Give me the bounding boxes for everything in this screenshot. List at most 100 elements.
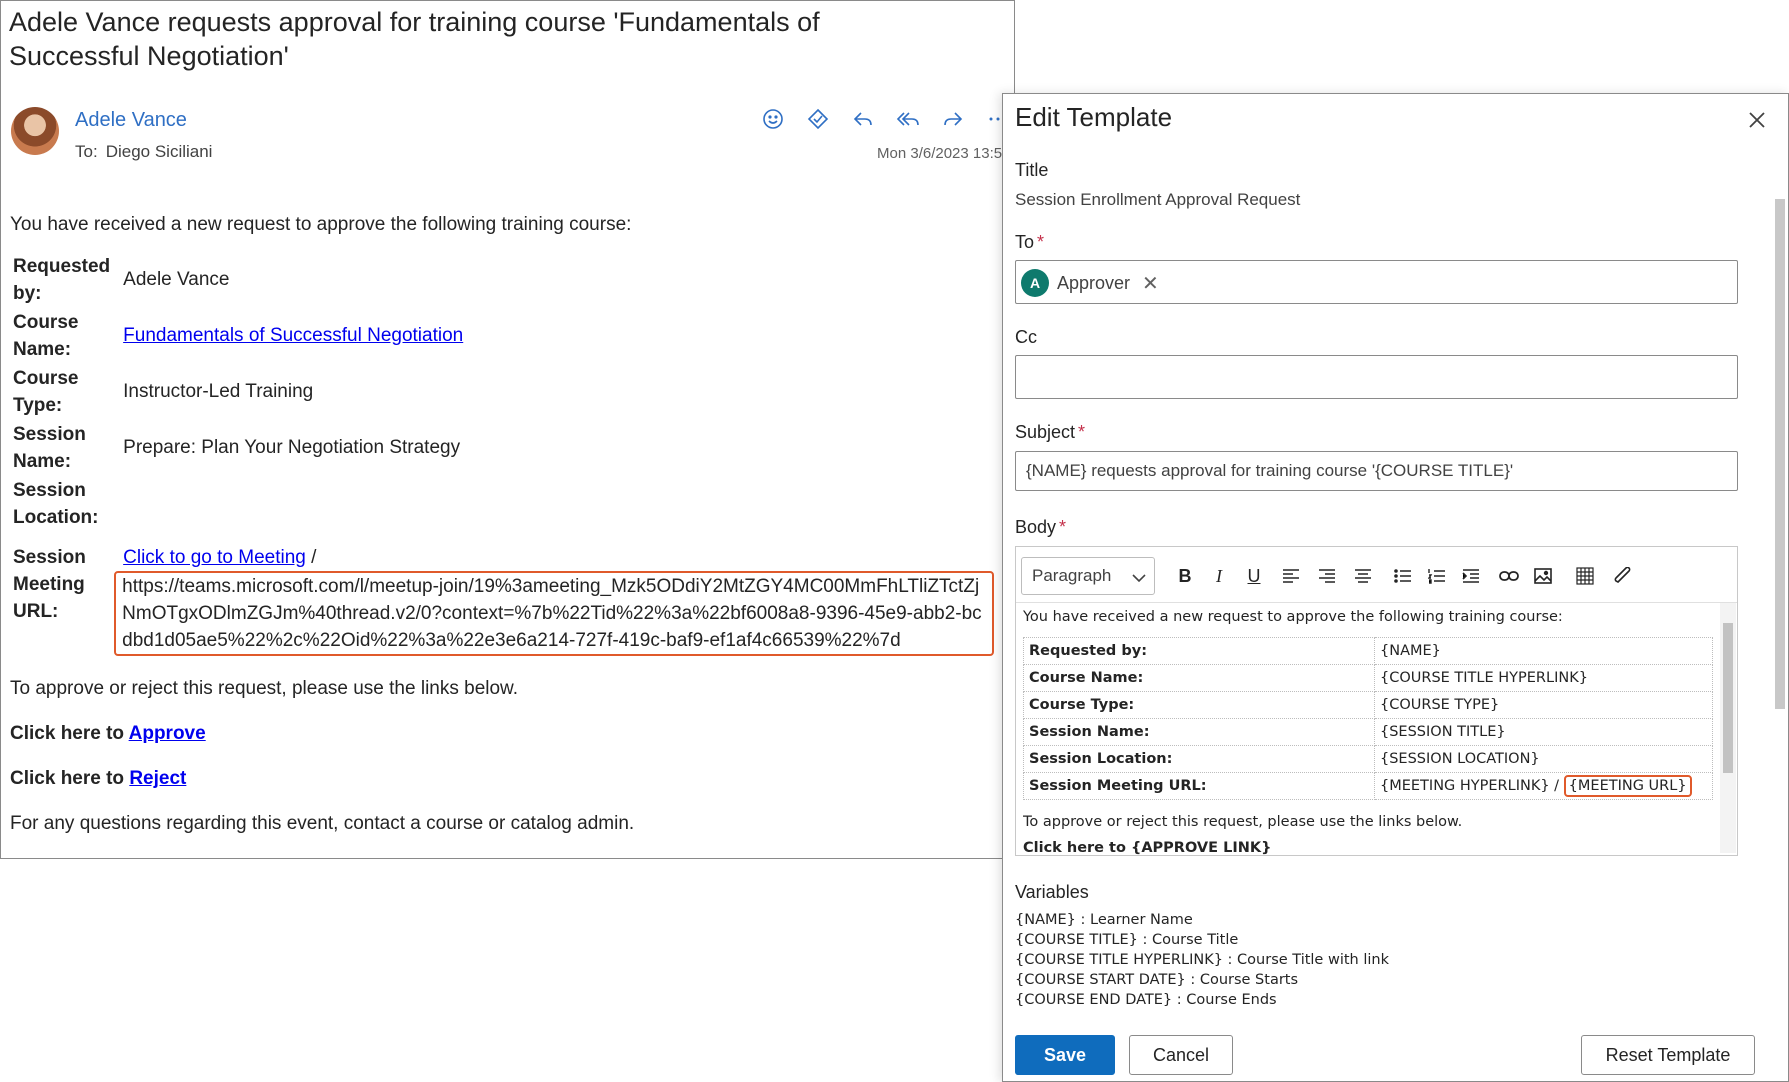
editor-scrollbar[interactable] bbox=[1720, 603, 1736, 853]
template-title-value: Session Enrollment Approval Request bbox=[1015, 190, 1301, 209]
reject-prefix: Click here to bbox=[10, 768, 130, 789]
required-asterisk: * bbox=[1037, 232, 1045, 252]
approval-instructions: To approve or reject this request, pleas… bbox=[10, 678, 519, 699]
to-label-text: To bbox=[1015, 232, 1035, 252]
approve-line: Click here to Approve bbox=[10, 720, 1005, 747]
row-value bbox=[120, 476, 997, 532]
required-asterisk: * bbox=[1059, 517, 1067, 537]
table-row: Course Name: Fundamentals of Successful … bbox=[10, 308, 997, 364]
reset-template-button[interactable]: Reset Template bbox=[1581, 1035, 1755, 1075]
template-variable: {MEETING HYPERLINK} / {MEETING URL} bbox=[1374, 772, 1713, 800]
meeting-url-variable-highlight: {MEETING URL} bbox=[1563, 775, 1692, 797]
numbered-list-icon[interactable] bbox=[1424, 564, 1450, 588]
editor-approve-line: Click here to {APPROVE LINK} bbox=[1023, 840, 1272, 855]
table-row: Course Name: {COURSE TITLE HYPERLINK} bbox=[1023, 664, 1713, 692]
email-reading-pane: Adele Vance requests approval for traini… bbox=[0, 0, 1015, 859]
body-rich-text-editor[interactable]: Paragraph B I U You have received a new … bbox=[1015, 546, 1738, 856]
sender-name[interactable]: Adele Vance bbox=[75, 109, 187, 132]
underline-icon[interactable]: U bbox=[1241, 564, 1267, 588]
template-variable: {COURSE TITLE HYPERLINK} bbox=[1374, 664, 1713, 692]
sender-avatar[interactable] bbox=[11, 107, 59, 155]
row-value: Instructor-Led Training bbox=[123, 381, 314, 402]
to-label: To: bbox=[75, 142, 98, 161]
approve-link[interactable]: Approve bbox=[129, 723, 206, 744]
subject-label-text: Subject bbox=[1015, 422, 1076, 442]
editor-intro: You have received a new request to appro… bbox=[1023, 609, 1563, 625]
bulleted-list-icon[interactable] bbox=[1390, 564, 1416, 588]
insert-table-icon[interactable] bbox=[1572, 564, 1598, 588]
indent-icon[interactable] bbox=[1458, 564, 1484, 588]
course-name-link[interactable]: Fundamentals of Successful Negotiation bbox=[123, 325, 463, 346]
template-key: Course Name: bbox=[1023, 664, 1375, 692]
meeting-url-highlight: https://teams.microsoft.com/l/meetup-joi… bbox=[114, 571, 995, 656]
forward-icon[interactable] bbox=[939, 105, 967, 133]
approve-prefix: Click here to bbox=[10, 723, 129, 744]
email-footer: For any questions regarding this event, … bbox=[10, 813, 635, 834]
subject-field[interactable]: {NAME} requests approval for training co… bbox=[1015, 451, 1738, 491]
paragraph-format-select[interactable]: Paragraph bbox=[1021, 557, 1155, 595]
variables-label: Variables bbox=[1015, 882, 1089, 902]
body-label-text: Body bbox=[1015, 517, 1057, 537]
remove-chip-icon[interactable]: ✕ bbox=[1142, 271, 1159, 296]
row-value: Fundamentals of Successful Negotiation bbox=[120, 308, 997, 364]
align-center-icon[interactable] bbox=[1350, 564, 1376, 588]
bold-icon[interactable]: B bbox=[1172, 564, 1198, 588]
align-left-icon[interactable] bbox=[1278, 564, 1304, 588]
meeting-url-text[interactable]: https://teams.microsoft.com/l/meetup-joi… bbox=[122, 576, 982, 651]
template-table: Requested by: {NAME} Course Name: {COURSE … bbox=[1023, 637, 1713, 800]
chip-avatar: A bbox=[1021, 269, 1049, 297]
meeting-hyperlink-variable: {MEETING HYPERLINK} / bbox=[1380, 778, 1564, 794]
close-icon[interactable] bbox=[1745, 108, 1769, 132]
emoji-icon[interactable] bbox=[759, 105, 787, 133]
message-actions bbox=[759, 105, 1012, 133]
save-button[interactable]: Save bbox=[1015, 1035, 1115, 1075]
reply-all-icon[interactable] bbox=[894, 105, 922, 133]
template-key: Session Meeting URL: bbox=[1023, 772, 1375, 800]
template-variable: {NAME} bbox=[1374, 637, 1713, 665]
cc-field[interactable] bbox=[1015, 355, 1738, 399]
table-row: Requested by: Adele Vance bbox=[10, 252, 997, 308]
row-label: Course Type: bbox=[13, 368, 79, 416]
table-row: Course Type: Instructor-Led Training bbox=[10, 364, 997, 420]
chip-label: Approver bbox=[1057, 272, 1131, 293]
table-row: Requested by: {NAME} bbox=[1023, 637, 1713, 665]
editor-toolbar: Paragraph B I U bbox=[1016, 547, 1737, 603]
title-label: Title bbox=[1015, 160, 1049, 180]
table-row: Session Location: {SESSION LOCATION} bbox=[1023, 745, 1713, 773]
reply-icon[interactable] bbox=[849, 105, 877, 133]
reject-link[interactable]: Reject bbox=[129, 768, 186, 789]
insert-image-icon[interactable] bbox=[1530, 564, 1556, 588]
cancel-button[interactable]: Cancel bbox=[1129, 1035, 1233, 1075]
template-variable: {SESSION LOCATION} bbox=[1374, 745, 1713, 773]
paragraph-format-value: Paragraph bbox=[1032, 566, 1112, 585]
insert-link-icon[interactable] bbox=[1496, 564, 1522, 588]
clear-format-icon[interactable] bbox=[1610, 564, 1636, 588]
to-field[interactable]: A Approver ✕ bbox=[1015, 260, 1738, 304]
row-label: Requested by: bbox=[13, 256, 111, 304]
variable-item: {COURSE END DATE} : Course Ends bbox=[1015, 992, 1277, 1008]
recipient-chip: A Approver ✕ bbox=[1021, 269, 1159, 297]
template-key: Course Type: bbox=[1023, 691, 1375, 719]
meeting-url-cell: Click to go to Meeting / https://teams.m… bbox=[114, 532, 997, 657]
email-intro: You have received a new request to appro… bbox=[10, 214, 632, 235]
scrollbar-thumb[interactable] bbox=[1723, 623, 1733, 773]
scrollbar-thumb[interactable] bbox=[1775, 199, 1785, 709]
meeting-link[interactable]: Click to go to Meeting bbox=[123, 547, 306, 568]
loop-component-icon[interactable] bbox=[804, 105, 832, 133]
table-row: Session Meeting URL: {MEETING HYPERLINK} … bbox=[1023, 772, 1713, 800]
editor-content[interactable]: You have received a new request to appro… bbox=[1023, 609, 1713, 855]
panel-scrollbar[interactable] bbox=[1773, 144, 1787, 994]
row-value: Prepare: Plan Your Negotiation Strategy bbox=[123, 437, 461, 458]
course-info-table: Requested by: Adele Vance Course Name: F… bbox=[10, 252, 997, 657]
align-right-icon[interactable] bbox=[1314, 564, 1340, 588]
recipient-name[interactable]: Diego Siciliani bbox=[106, 142, 213, 161]
subject-label: Subject * bbox=[1015, 422, 1085, 443]
row-label: Session Name: bbox=[13, 424, 86, 472]
table-row: Session Name: Prepare: Plan Your Negotia… bbox=[10, 420, 997, 476]
cc-label: Cc bbox=[1015, 327, 1037, 347]
variable-item: {COURSE START DATE} : Course Starts bbox=[1015, 972, 1299, 988]
email-subject: Adele Vance requests approval for traini… bbox=[9, 7, 820, 71]
italic-icon[interactable]: I bbox=[1206, 564, 1232, 588]
template-key: Session Location: bbox=[1023, 745, 1375, 773]
template-variable: {COURSE TYPE} bbox=[1374, 691, 1713, 719]
